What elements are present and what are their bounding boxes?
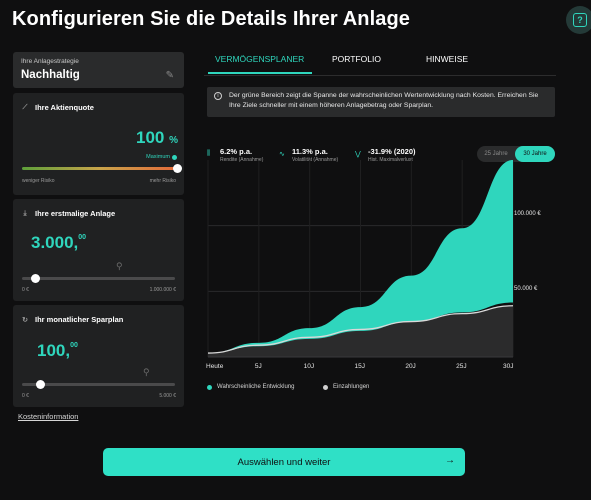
aktienquote-card: ⟋ Ihre Aktienquote 100 % Maximum weniger… xyxy=(13,93,184,195)
risk-slider-handle[interactable] xyxy=(173,164,182,173)
continue-label: Auswählen und weiter xyxy=(237,457,331,468)
arrow-right-icon: → xyxy=(445,455,455,466)
erstmalig-title: Ihre erstmalige Anlage xyxy=(35,209,116,218)
legend-label: Wahrscheinliche Entwicklung xyxy=(217,384,295,390)
stat-value: 11.3% p.a. xyxy=(292,147,328,156)
wealth-chart xyxy=(207,160,514,358)
x-tick-label: Heute xyxy=(206,363,224,370)
sparplan-title: Ihr monatlicher Sparplan xyxy=(35,315,124,324)
erstmalig-max-label: 1.000.000 € xyxy=(149,287,176,293)
tab-portfolio[interactable]: PORTFOLIO xyxy=(332,54,381,64)
sparplan-max-label: 5.000 € xyxy=(159,393,176,399)
stat-value: -31.9% (2020) xyxy=(368,147,416,156)
sparplan-header: ↻ Ihr monatlicher Sparplan xyxy=(21,315,123,324)
aktienquote-value: 100 % xyxy=(136,128,178,148)
tab-divider xyxy=(204,75,556,76)
continue-button[interactable]: Auswählen und weiter → xyxy=(103,448,465,476)
risk-min-label: weniger Risiko xyxy=(22,178,55,184)
help-icon: ? xyxy=(573,13,587,27)
map-pin-icon: ⚲ xyxy=(143,367,150,377)
y-tick-label: 50.000 € xyxy=(514,286,538,292)
help-button[interactable]: ? xyxy=(566,6,591,34)
tab-hinweise[interactable]: HINWEISE xyxy=(426,54,468,64)
aktienquote-title: Ihre Aktienquote xyxy=(35,103,94,112)
risk-slider-track[interactable] xyxy=(22,167,178,170)
year-option-30[interactable]: 30 Jahre xyxy=(515,146,555,162)
erstmalig-min-label: 0 € xyxy=(22,287,29,293)
erstmalig-amount[interactable]: 3.000,00 xyxy=(31,233,86,253)
x-tick-label: 30J xyxy=(503,363,514,370)
erstmalig-slider-handle[interactable] xyxy=(31,274,40,283)
legend-dot-icon xyxy=(207,384,212,390)
x-tick-label: 25J xyxy=(456,363,467,370)
y-tick-label: 100.000 € xyxy=(514,211,541,217)
bar-icon: ⫼ xyxy=(207,150,211,157)
sparplan-card: ↻ Ihr monatlicher Sparplan 100,00 ⚲ 0 € … xyxy=(13,305,184,407)
info-box: i Der grüne Bereich zeigt die Spanne der… xyxy=(207,87,555,117)
map-pin-icon: ⚲ xyxy=(116,261,123,271)
page-title: Konfigurieren Sie die Details Ihrer Anla… xyxy=(12,8,410,30)
stat-value: 6.2% p.a. xyxy=(220,147,253,156)
info-icon: i xyxy=(214,92,222,100)
aktienquote-unit: % xyxy=(169,135,178,146)
sparplan-number: 100, xyxy=(37,341,71,360)
erstmalig-header: ⤓ Ihre erstmalige Anlage xyxy=(21,209,115,218)
strategy-value: Nachhaltig xyxy=(21,69,80,81)
maximum-dot-icon xyxy=(172,155,177,160)
download-icon: ⤓ xyxy=(23,209,27,217)
maximum-badge: Maximum xyxy=(146,154,170,160)
wave-icon: ∿ xyxy=(279,151,285,158)
x-tick-label: 5J xyxy=(254,363,262,370)
erstmalig-slider-track[interactable] xyxy=(22,277,175,280)
legend-dot-icon xyxy=(323,384,328,390)
risk-max-label: mehr Risiko xyxy=(149,178,176,184)
x-tick-label: 15J xyxy=(354,363,365,370)
aktienquote-number: 100 xyxy=(135,128,165,147)
sparplan-cents: 00 xyxy=(70,342,78,349)
info-text: Der grüne Bereich zeigt die Spanne der w… xyxy=(229,92,539,109)
erstmalig-cents: 00 xyxy=(78,234,87,241)
x-tick-label: 20J xyxy=(405,363,416,370)
kosten-link[interactable]: Kosteninformation xyxy=(18,412,78,421)
active-tab-indicator xyxy=(208,72,312,74)
sparplan-min-label: 0 € xyxy=(22,393,29,399)
sparplan-amount[interactable]: 100,00 xyxy=(37,341,78,361)
tab-vermoegensplaner[interactable]: VERMÖGENSPLANER xyxy=(215,54,304,64)
refresh-icon: ↻ xyxy=(22,316,28,324)
strategy-label: Ihre Anlagestrategie xyxy=(21,58,79,65)
tab-bar: VERMÖGENSPLANER PORTFOLIO HINWEISE xyxy=(204,46,556,76)
chart-icon: ⟋ xyxy=(22,103,28,111)
drawdown-icon: ⋁ xyxy=(355,151,361,158)
aktienquote-header: ⟋ Ihre Aktienquote xyxy=(21,103,94,112)
sparplan-slider-handle[interactable] xyxy=(36,380,45,389)
strategy-card[interactable]: Ihre Anlagestrategie Nachhaltig ✎ xyxy=(13,52,184,88)
legend-item-entwicklung: Wahrscheinliche Entwicklung xyxy=(207,384,294,390)
legend-label: Einzahlungen xyxy=(333,384,370,390)
x-tick-label: 10J xyxy=(303,363,315,370)
erstmalig-number: 3.000, xyxy=(31,233,79,252)
legend-item-einzahlungen: Einzahlungen xyxy=(323,384,369,390)
pencil-icon[interactable]: ✎ xyxy=(166,70,174,81)
erstmalige-anlage-card: ⤓ Ihre erstmalige Anlage 3.000,00 ⚲ 0 € … xyxy=(13,199,184,301)
